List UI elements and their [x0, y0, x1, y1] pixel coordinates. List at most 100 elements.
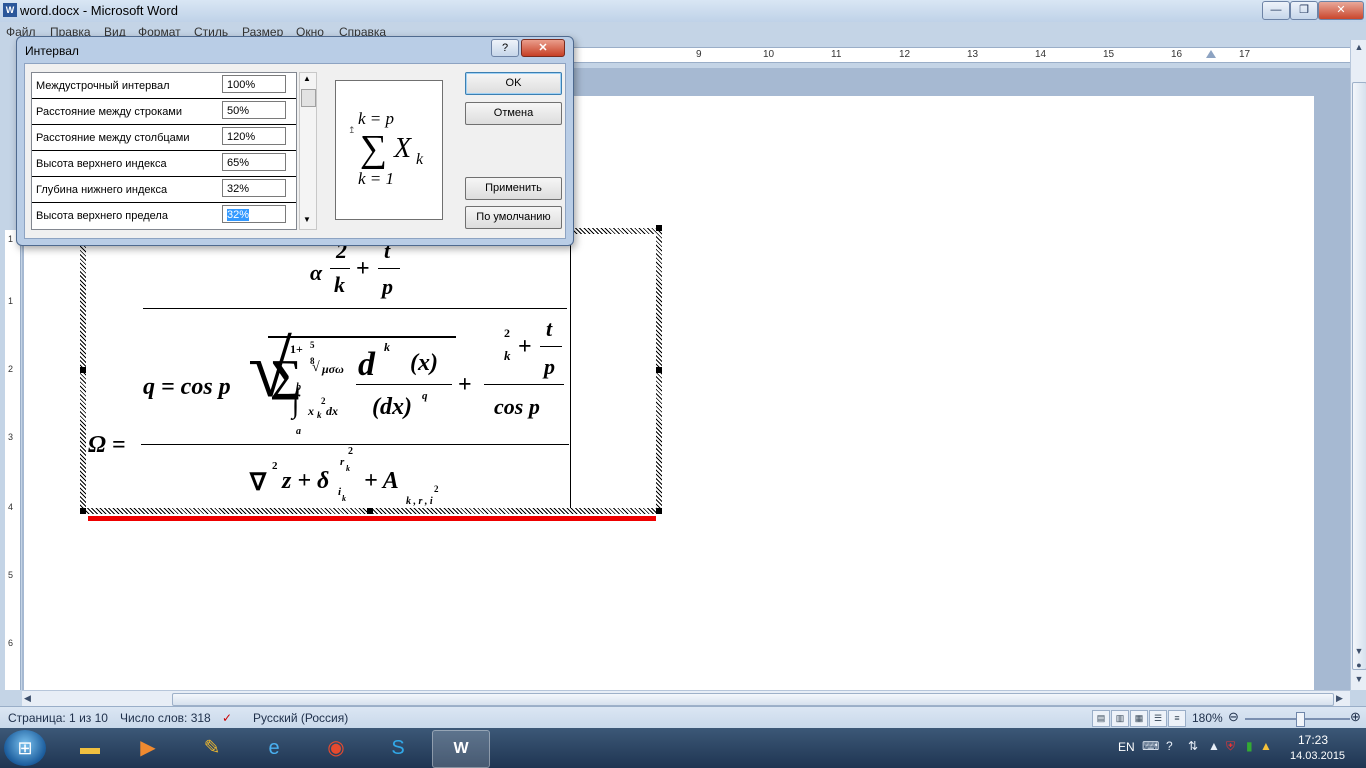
eq-q-cos-p: q = cos p — [143, 374, 231, 400]
zoom-slider-thumb[interactable] — [1296, 712, 1305, 727]
resize-handle[interactable] — [656, 508, 662, 514]
param-value-input[interactable]: 120% — [222, 127, 286, 145]
clock-date[interactable]: 14.03.2015 — [1290, 750, 1345, 762]
help-icon[interactable]: ? — [1166, 739, 1173, 753]
param-row-upper-limit-height[interactable]: Высота верхнего предела 32% — [32, 203, 296, 228]
zoom-in-icon[interactable]: ⊕ — [1350, 709, 1361, 725]
language-indicator[interactable]: EN — [1118, 740, 1135, 754]
status-language[interactable]: Русский (Россия) — [253, 711, 348, 725]
eq-frac2-bar — [378, 268, 400, 269]
ruler-number: 16 — [1171, 49, 1183, 60]
ok-button[interactable]: OK — [465, 72, 562, 95]
keyboard-icon[interactable]: ⌨ — [1142, 739, 1159, 753]
vertical-scroll-thumb[interactable] — [1352, 82, 1366, 670]
param-value-input[interactable]: 50% — [222, 101, 286, 119]
resize-handle[interactable] — [656, 225, 662, 231]
skype-icon[interactable]: S — [370, 730, 426, 766]
eq-alpha: α — [310, 260, 323, 285]
eq-right-k: k — [504, 348, 511, 363]
outline-icon[interactable]: ☰ — [1149, 710, 1167, 727]
paint-icon[interactable]: ✎ — [184, 730, 240, 766]
apply-button[interactable]: Применить — [465, 177, 562, 200]
eq-deriv-x: (x) — [410, 350, 438, 376]
eq-deriv-d: d — [358, 346, 375, 383]
eq-delta-sub: i — [338, 486, 342, 498]
cancel-button[interactable]: Отмена — [465, 102, 562, 125]
param-row-superscript-height[interactable]: Высота верхнего индекса 65% — [32, 151, 296, 177]
scroll-up-icon[interactable]: ▲ — [1352, 40, 1366, 54]
show-hidden-icons[interactable]: ▲ — [1208, 739, 1220, 753]
eq-plus: + — [356, 256, 370, 282]
parameter-list-scrollbar[interactable]: ▲ ▼ — [299, 72, 317, 230]
resize-handle[interactable] — [80, 508, 86, 514]
eq-right-bar — [484, 384, 564, 385]
word-taskbar-button[interactable]: W — [432, 730, 490, 768]
web-layout-icon[interactable]: ▦ — [1130, 710, 1148, 727]
status-words[interactable]: Число слов: 318 — [120, 711, 211, 725]
dialog-help-button[interactable]: ? — [491, 39, 519, 57]
draft-icon[interactable]: ≡ — [1168, 710, 1186, 727]
right-indent-marker[interactable] — [1206, 50, 1216, 58]
next-page-icon[interactable]: ▼ — [1352, 672, 1366, 686]
tray-arrows-icon[interactable]: ⇅ — [1188, 739, 1198, 753]
list-scroll-thumb[interactable] — [301, 89, 316, 107]
network-icon[interactable]: ▮ — [1246, 739, 1253, 753]
param-row-subscript-depth[interactable]: Глубина нижнего индекса 32% — [32, 177, 296, 203]
param-row-row-spacing[interactable]: Расстояние между строками 50% — [32, 99, 296, 125]
vertical-scrollbar[interactable]: ▲ ▼ ● ▼ — [1350, 40, 1366, 690]
dialog-close-button[interactable]: ✕ — [521, 39, 565, 57]
param-value-input-selected[interactable]: 32% — [222, 205, 286, 223]
zoom-out-icon[interactable]: ⊖ — [1228, 709, 1239, 725]
vertical-ruler[interactable]: 1 1 2 3 4 5 6 — [5, 230, 21, 690]
horizontal-scroll-thumb[interactable] — [172, 693, 1334, 706]
close-button[interactable]: ✕ — [1318, 1, 1364, 20]
param-value-input[interactable]: 32% — [222, 179, 286, 197]
resize-handle[interactable] — [367, 508, 373, 514]
param-value-input[interactable]: 65% — [222, 153, 286, 171]
scroll-down-icon[interactable]: ▼ — [1352, 644, 1366, 658]
zoom-level[interactable]: 180% — [1192, 711, 1223, 725]
spellcheck-icon[interactable]: ✓ — [222, 711, 232, 725]
taskbar: ⊞ ▬ ▶ ✎ e ◉ S W EN ⌨ ? ⇅ ▲ ⛨ ▮ ▲ 17:23 1… — [0, 728, 1366, 768]
horizontal-scrollbar[interactable]: ◀ ▶ — [22, 690, 1350, 707]
scroll-right-icon[interactable]: ▶ — [1336, 693, 1343, 704]
param-row-line-spacing[interactable]: Междустрочный интервал 100% — [32, 73, 296, 99]
full-screen-reading-icon[interactable]: ▥ — [1111, 710, 1129, 727]
param-row-column-spacing[interactable]: Расстояние между столбцами 120% — [32, 125, 296, 151]
chrome-icon[interactable]: ◉ — [308, 730, 364, 766]
minimize-button[interactable]: — — [1262, 1, 1290, 20]
default-button[interactable]: По умолчанию — [465, 206, 562, 229]
browse-object-icon[interactable]: ● — [1352, 658, 1366, 672]
horizontal-ruler[interactable]: 9 10 11 12 13 14 15 16 17 — [570, 47, 1350, 63]
param-value-input[interactable]: 100% — [222, 75, 286, 93]
resize-handle[interactable] — [80, 367, 86, 373]
eq-right-plus: + — [518, 334, 532, 360]
scroll-left-icon[interactable]: ◀ — [24, 693, 31, 704]
status-page[interactable]: Страница: 1 из 10 — [8, 711, 108, 725]
eq-int-sup: 2 — [321, 396, 326, 406]
eq-deriv-bar — [356, 384, 452, 385]
list-scroll-up-icon[interactable]: ▲ — [303, 74, 311, 83]
eq-root-index-num: 5 — [310, 340, 315, 350]
security-icon[interactable]: ⛨ — [1226, 739, 1235, 754]
internet-explorer-icon[interactable]: e — [246, 730, 302, 766]
print-layout-icon[interactable]: ▤ — [1092, 710, 1110, 727]
param-label: Расстояние между строками — [36, 106, 183, 118]
media-player-icon[interactable]: ▶ — [120, 730, 176, 766]
explorer-icon[interactable]: ▬ — [62, 730, 118, 766]
resize-handle[interactable] — [656, 367, 662, 373]
eq-small-root-sign: √ — [312, 360, 320, 375]
eq-right-border — [570, 234, 571, 508]
clock-time[interactable]: 17:23 — [1298, 733, 1328, 747]
equation-object[interactable]: α 2 k + t p q = cos p √ ∑ 1+ 5 8 √ μσω b… — [80, 225, 662, 514]
google-drive-icon[interactable]: ▲ — [1260, 739, 1272, 753]
spacing-parameter-list[interactable]: Междустрочный интервал 100% Расстояние м… — [31, 72, 297, 230]
preview-lower-limit: k = 1 — [358, 169, 395, 188]
eq-a-sub: k , r , i — [406, 496, 433, 507]
list-scroll-down-icon[interactable]: ▼ — [303, 215, 311, 224]
word-app-icon[interactable]: W — [3, 3, 17, 17]
start-button[interactable]: ⊞ — [4, 730, 46, 766]
ruler-number: 5 — [8, 570, 14, 580]
window-title: word.docx - Microsoft Word — [20, 3, 178, 18]
maximize-button[interactable]: ❐ — [1290, 1, 1318, 20]
